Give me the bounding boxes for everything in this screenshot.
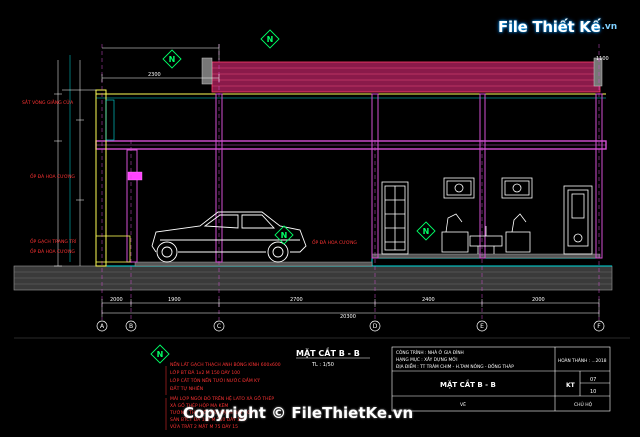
tb-item: HẠNG MỤC : XÂY DỰNG MỚI (396, 356, 457, 363)
dim-bottom-2: 1900 (168, 297, 181, 303)
roof-tiles (211, 61, 601, 93)
cad-drawing-canvas[interactable]: 2300 1100 2000 1900 2700 2400 2000 20300… (0, 0, 640, 437)
roof-parapet-left (201, 57, 213, 85)
axis-label-e: E (480, 323, 484, 330)
tb-owner-label: CHỦ HỘ (574, 400, 593, 408)
axis-label-c: C (217, 323, 221, 330)
title-block-frame (391, 346, 611, 412)
tb-project: CÔNG TRÌNH : NHÀ Ở GIA ĐÌNH (396, 348, 464, 356)
logo-main-text: File Thiết Kế (498, 18, 601, 36)
roof-parapet-right (593, 57, 603, 87)
sofa-set (441, 213, 531, 254)
floor-slab-garage (134, 261, 373, 267)
north-label-5: N (157, 350, 164, 359)
dim-top-left: 2300 (148, 72, 161, 78)
dim-top-right: 1100 (596, 56, 609, 62)
bottom-dimensions (14, 299, 630, 339)
axis-label-b: B (129, 323, 133, 330)
left-vertical-dimensions (54, 60, 84, 267)
axis-label-f: F (597, 323, 601, 330)
axis-bubbles (96, 320, 605, 332)
section-title: MẶT CẮT B - B (296, 346, 360, 358)
annotation-left-top: SẮT VÒNG GIẰNG CỬA (22, 98, 74, 106)
note-2: LỚP BT ĐÁ 1x2 M 150 DÀY 100 (170, 369, 240, 376)
dim-bottom-1: 2000 (110, 297, 123, 303)
annotation-left-low2: ỐP ĐÁ HOA CƯƠNG (30, 247, 75, 255)
tb-sheet-total: 10 (590, 389, 596, 395)
north-label-2: N (169, 55, 176, 64)
north-label-3: N (281, 231, 288, 240)
note-9: VỮA TRÁT 2 MẶT M 75 DÀY 15 (170, 423, 238, 430)
north-label-1: N (267, 35, 274, 44)
logo-domain-text: .vn (601, 22, 618, 32)
dim-bottom-total: 20300 (340, 314, 356, 320)
note-3: LỚP CÁT TÔN NỀN TƯỚI NƯỚC ĐẦM KỸ (170, 376, 260, 384)
section-scale: TL : 1/50 (311, 362, 334, 368)
filethietke-logo: File Thiết Kế .vn (498, 14, 617, 40)
copyright-watermark: Copyright © FileThietKe.vn (183, 404, 414, 422)
note-5: MÁI LỢP NGÓI ĐỎ TRÊN HỆ LATO XÀ GỒ THÉP (170, 393, 274, 402)
tb-drawing-name: MẶT CẮT B - B (440, 379, 496, 389)
tb-completion: HOÀN THÀNH : ...2018 (558, 357, 607, 364)
tb-sheet-num: 07 (590, 377, 596, 383)
note-1: NỀN LÁT GẠCH THẠCH ANH BÓNG KÍNH 600x600 (170, 360, 281, 368)
door-left (381, 181, 409, 255)
annotation-right-stone: ỐP ĐÁ HOA CƯƠNG (312, 238, 357, 246)
dim-bottom-4: 2400 (422, 297, 435, 303)
columns (215, 93, 603, 263)
floor-slab-living (371, 253, 601, 259)
axis-label-d: D (373, 323, 378, 330)
annotation-left-mid: ỐP ĐÁ HOA CƯƠNG (30, 172, 75, 180)
dim-bottom-3: 2700 (290, 297, 303, 303)
note-4: ĐẤT TỰ NHIÊN (170, 384, 203, 392)
north-label-4: N (423, 227, 430, 236)
door-right (563, 185, 593, 255)
tb-sheet-code: KT (566, 382, 576, 389)
wall-pictures (443, 177, 533, 199)
section-drawing: 2300 1100 2000 1900 2700 2400 2000 20300… (13, 29, 630, 430)
dim-bottom-5: 2000 (532, 297, 545, 303)
